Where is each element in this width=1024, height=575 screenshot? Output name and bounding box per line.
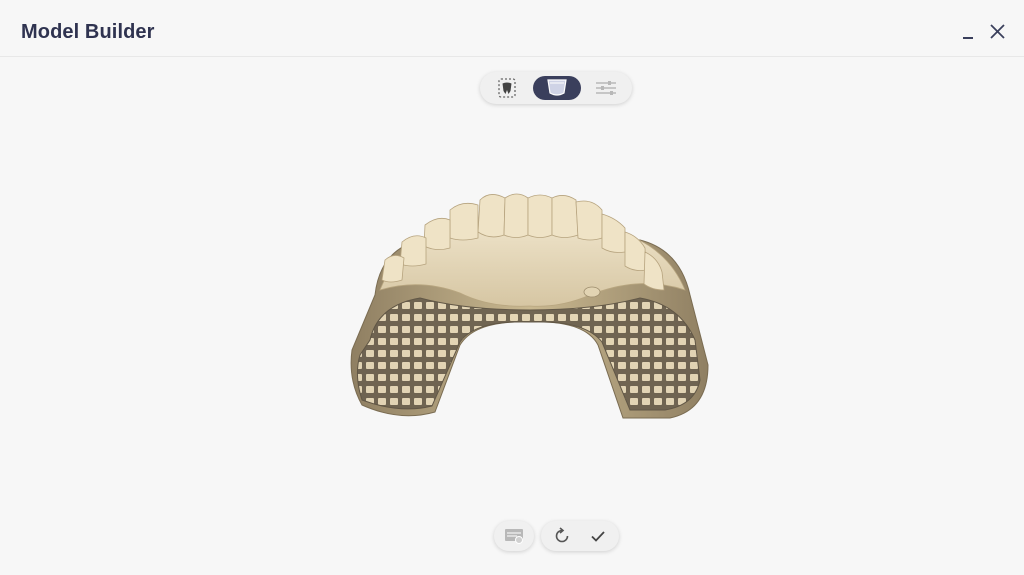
confirm-check-icon — [591, 531, 605, 542]
close-icon — [990, 24, 1005, 39]
minimize-button[interactable] — [956, 20, 980, 44]
dental-model-render — [350, 193, 709, 419]
close-button[interactable] — [986, 20, 1010, 44]
minimize-icon — [963, 37, 973, 39]
base-settings-button[interactable] — [502, 524, 526, 548]
model-builder-window: Model Builder — [0, 0, 1024, 575]
base-settings-group — [494, 521, 534, 551]
3d-viewport[interactable] — [340, 180, 720, 430]
model-base-icon — [547, 79, 567, 96]
confirm-button[interactable] — [586, 524, 610, 548]
adjust-settings-button[interactable] — [590, 76, 622, 100]
window-title: Model Builder — [21, 21, 155, 43]
model-base-button[interactable] — [533, 76, 581, 100]
tooth-selection-icon — [498, 78, 516, 98]
title-bar: Model Builder — [0, 0, 1024, 57]
reset-icon — [555, 527, 569, 543]
action-group — [541, 521, 619, 551]
tooth-selection-button[interactable] — [492, 76, 522, 100]
sliders-icon — [596, 81, 616, 95]
mode-toolbar — [480, 72, 632, 104]
reset-button[interactable] — [550, 524, 574, 548]
base-settings-icon — [505, 529, 523, 544]
